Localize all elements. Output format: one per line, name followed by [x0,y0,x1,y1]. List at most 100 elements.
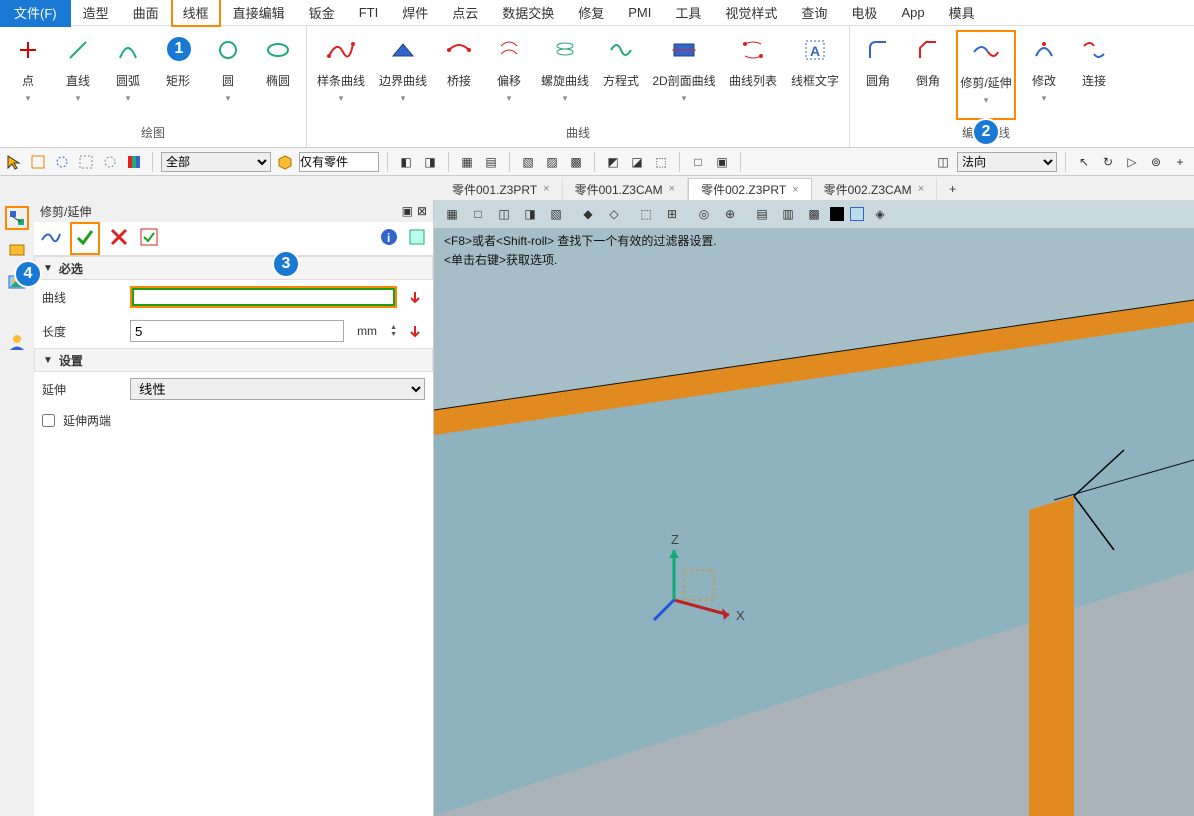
curve-input[interactable] [130,286,397,308]
trim-extend-button[interactable]: 修剪/延伸▾ [956,30,1016,120]
tool-icon-4[interactable] [100,152,120,172]
tool-icon-r1[interactable]: ⊚ [1146,152,1166,172]
cube-icon[interactable] [275,152,295,172]
vt-icon[interactable]: ⊞ [662,204,682,224]
panel-close-icon[interactable]: ⊠ [417,204,427,218]
menu-file[interactable]: 文件(F) [0,0,71,27]
vt-icon[interactable]: ⬚ [636,204,656,224]
menu-item-1[interactable]: 曲面 [121,0,171,26]
menu-item-11[interactable]: 工具 [663,0,713,26]
menu-item-16[interactable]: 模具 [937,0,987,26]
tb-icon-a[interactable]: ◧ [396,152,416,172]
new-tab-button[interactable]: + [937,178,968,200]
line-button[interactable]: 直线▾ [56,30,100,120]
close-icon[interactable]: × [543,183,549,195]
tb-icon-m[interactable]: ◫ [933,152,953,172]
vt-color-black[interactable] [830,207,844,221]
tb-icon-e[interactable]: ▧ [518,152,538,172]
pick-button-2[interactable] [405,321,425,341]
length-input[interactable] [130,320,344,342]
preview-icon[interactable] [407,227,427,250]
vt-icon[interactable]: ◨ [520,204,540,224]
menu-item-15[interactable]: App [889,1,936,24]
extend-select[interactable]: 线性 [130,378,425,400]
sidebar-user-icon[interactable] [5,330,29,354]
menu-item-wireframe[interactable]: 线框 [171,0,221,27]
vt-color-blue[interactable] [850,207,864,221]
vt-icon[interactable]: ◎ [694,204,714,224]
vt-icon[interactable]: □ [468,204,488,224]
menu-item-14[interactable]: 电极 [839,0,889,26]
boundary-curve-button[interactable]: 边界曲线▾ [375,30,431,120]
palette-icon[interactable] [124,152,144,172]
vt-icon[interactable]: ▩ [804,204,824,224]
section-settings[interactable]: ▼设置 [34,348,433,372]
tb-icon-f[interactable]: ▨ [542,152,562,172]
redo-icon[interactable]: ↻ [1098,152,1118,172]
both-ends-checkbox[interactable] [42,414,55,427]
tb-icon-k[interactable]: □ [688,152,708,172]
pick-button[interactable] [405,287,425,307]
vt-icon[interactable]: ◆ [578,204,598,224]
pointer-icon[interactable]: ↖ [1074,152,1094,172]
play-icon[interactable]: ▷ [1122,152,1142,172]
spline-button[interactable]: 样条曲线▾ [313,30,369,120]
tb-icon-j[interactable]: ⬚ [651,152,671,172]
menu-item-12[interactable]: 视觉样式 [713,0,789,26]
viewport-3d[interactable]: X Z ▦ □ ◫ ◨ ▧ ◆ ◇ ⬚ ⊞ ◎ ⊕ ▤ ▥ ▩ [434,200,1194,816]
filter-input[interactable] [299,152,379,172]
menu-item-4[interactable]: 钣金 [297,0,347,26]
circle-button[interactable]: 圆▾ [206,30,250,120]
point-button[interactable]: 点▾ [6,30,50,120]
tool-icon-3[interactable] [76,152,96,172]
tb-icon-g[interactable]: ▩ [566,152,586,172]
menu-item-6[interactable]: 焊件 [390,0,440,26]
sidebar-layer-icon[interactable] [5,238,29,262]
panel-pin-icon[interactable]: ▣ [402,204,413,218]
tab-3[interactable]: 零件002.Z3CAM× [812,178,937,200]
confirm-button[interactable] [70,222,100,255]
tab-2[interactable]: 零件002.Z3PRT× [688,178,812,200]
close-icon[interactable]: × [918,183,924,195]
offset-button[interactable]: 偏移▾ [487,30,531,120]
tb-icon-h[interactable]: ◩ [603,152,623,172]
menu-item-9[interactable]: 修复 [566,0,616,26]
fillet-button[interactable]: 圆角 [856,30,900,120]
vt-icon[interactable]: ⊕ [720,204,740,224]
menu-item-5[interactable]: FTI [347,1,391,24]
curve-list-button[interactable]: 曲线列表 [725,30,781,120]
chamfer-button[interactable]: 倒角 [906,30,950,120]
vt-icon[interactable]: ◫ [494,204,514,224]
tb-icon-d[interactable]: ▤ [481,152,501,172]
tb-icon-i[interactable]: ◪ [627,152,647,172]
equation-button[interactable]: 方程式 [599,30,643,120]
apply-button[interactable] [138,226,160,251]
sidebar-tree-icon[interactable] [5,206,29,230]
menu-item-7[interactable]: 点云 [440,0,490,26]
menu-item-10[interactable]: PMI [616,1,663,24]
section-required[interactable]: ▼必选 [34,256,433,280]
layer-combo[interactable]: 全部 [161,152,271,172]
ellipse-button[interactable]: 椭圆 [256,30,300,120]
menu-item-0[interactable]: 造型 [71,0,121,26]
vt-icon[interactable]: ◇ [604,204,624,224]
vt-icon[interactable]: ◈ [870,204,890,224]
cancel-button[interactable] [108,226,130,251]
menu-item-8[interactable]: 数据交换 [490,0,566,26]
wireframe-text-button[interactable]: A线框文字 [787,30,843,120]
modify-button[interactable]: 修改▾ [1022,30,1066,120]
tb-icon-b[interactable]: ◨ [420,152,440,172]
tab-0[interactable]: 零件001.Z3PRT× [440,178,563,200]
section-curve-button[interactable]: 2D剖面曲线▾ [649,30,719,120]
plus-icon[interactable]: + [1170,152,1190,172]
bridge-button[interactable]: 桥接 [437,30,481,120]
close-icon[interactable]: × [792,184,798,196]
tb-icon-c[interactable]: ▦ [457,152,477,172]
stepper-icon[interactable]: ▲▼ [390,324,397,338]
info-icon[interactable]: i [379,227,399,250]
connect-button[interactable]: 连接 [1072,30,1116,120]
menu-item-3[interactable]: 直接编辑 [221,0,297,26]
tool-icon-2[interactable] [52,152,72,172]
vt-icon[interactable]: ▦ [442,204,462,224]
helix-button[interactable]: 螺旋曲线▾ [537,30,593,120]
